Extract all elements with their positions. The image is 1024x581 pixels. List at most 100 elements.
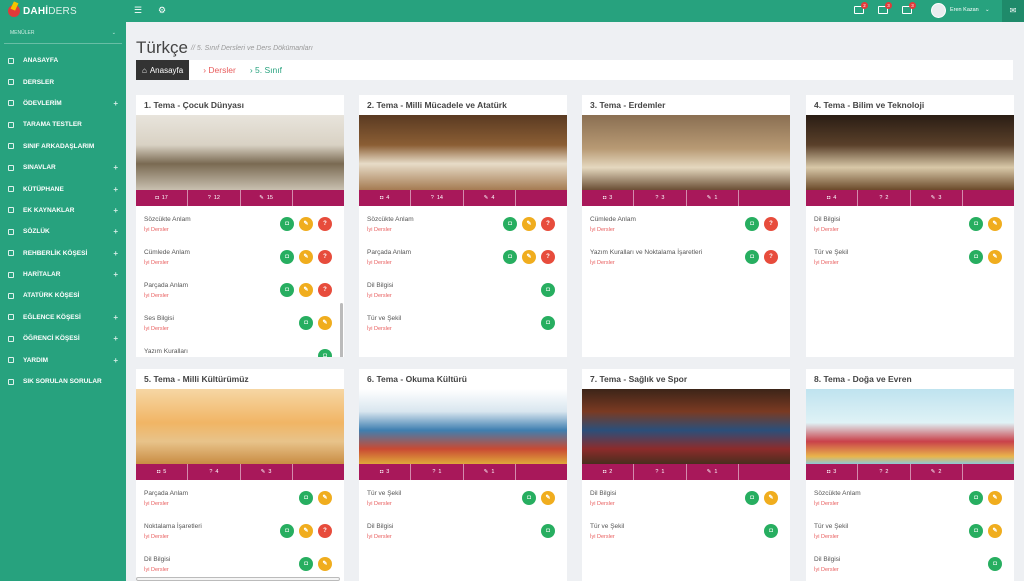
avatar[interactable] xyxy=(931,3,946,18)
camera-button[interactable]: ◘ xyxy=(280,283,294,297)
sidebar-item[interactable]: ANASAYFA xyxy=(0,50,126,71)
question-button[interactable]: ? xyxy=(764,250,778,264)
question-button[interactable]: ? xyxy=(541,250,555,264)
logo[interactable]: DAHİ DERS xyxy=(0,0,126,22)
camera-button[interactable]: ◘ xyxy=(318,349,332,357)
camera-button[interactable]: ◘ xyxy=(280,524,294,538)
card-title[interactable]: 7. Tema - Sağlık ve Spor xyxy=(582,369,790,389)
card-title[interactable]: 8. Tema - Doğa ve Evren xyxy=(806,369,1014,389)
camera-button[interactable]: ◘ xyxy=(969,250,983,264)
message-icon[interactable]: 3 xyxy=(878,2,892,14)
menu-header[interactable]: MENÜLER ⌄ xyxy=(4,22,122,44)
card-title[interactable]: 2. Tema - Milli Mücadele ve Atatürk xyxy=(359,95,567,115)
camera-button[interactable]: ◘ xyxy=(280,217,294,231)
edit-button[interactable]: ✎ xyxy=(988,491,1002,505)
breadcrumb-home[interactable]: ⌂ Anasayfa xyxy=(136,60,190,80)
sidebar-item[interactable]: EK KAYNAKLAR + xyxy=(0,200,126,221)
card-scrollbar[interactable] xyxy=(340,303,343,357)
edit-button[interactable]: ✎ xyxy=(318,557,332,571)
task-icon[interactable]: 3 xyxy=(902,2,916,14)
lesson-title[interactable]: Dil Bilgisi xyxy=(367,523,559,530)
logo-icon xyxy=(8,5,20,17)
sidebar-item[interactable]: SINAVLAR + xyxy=(0,157,126,178)
chevron-down-icon[interactable]: ⌄ xyxy=(985,7,990,13)
camera-button[interactable]: ◘ xyxy=(745,217,759,231)
camera-button[interactable]: ◘ xyxy=(299,316,313,330)
camera-button[interactable]: ◘ xyxy=(764,524,778,538)
edit-button[interactable]: ✎ xyxy=(318,491,332,505)
camera-button[interactable]: ◘ xyxy=(969,491,983,505)
sidebar-item[interactable]: KÜTÜPHANE + xyxy=(0,178,126,199)
user-name[interactable]: Eren Kazan xyxy=(950,7,979,13)
question-button[interactable]: ? xyxy=(318,217,332,231)
lesson-title[interactable]: Yazım Kuralları xyxy=(144,348,336,355)
sidebar-item[interactable]: ÖDEVLERİM + xyxy=(0,93,126,114)
edit-button[interactable]: ✎ xyxy=(988,250,1002,264)
edit-button[interactable]: ✎ xyxy=(318,316,332,330)
camera-button[interactable]: ◘ xyxy=(541,316,555,330)
camera-button[interactable]: ◘ xyxy=(969,524,983,538)
lesson-title[interactable]: Dil Bilgisi xyxy=(367,282,559,289)
sidebar-item[interactable]: SINIF ARKADAŞLARIM xyxy=(0,136,126,157)
chat-icon[interactable]: ✉ xyxy=(1002,0,1024,22)
question-button[interactable]: ? xyxy=(318,524,332,538)
lesson-title[interactable]: Dil Bilgisi xyxy=(814,556,1006,563)
edit-button[interactable]: ✎ xyxy=(988,217,1002,231)
edit-button[interactable]: ✎ xyxy=(299,250,313,264)
card-title[interactable]: 1. Tema - Çocuk Dünyası xyxy=(136,95,344,115)
card-title[interactable]: 5. Tema - Milli Kültürümüz xyxy=(136,369,344,389)
camera-button[interactable]: ◘ xyxy=(503,250,517,264)
breadcrumb-current[interactable]: › 5. Sınıf xyxy=(250,65,282,75)
camera-button[interactable]: ◘ xyxy=(299,491,313,505)
breadcrumb-dersler[interactable]: › Dersler xyxy=(203,65,236,75)
lesson-actions: ◘ ✎? xyxy=(498,250,555,264)
camera-button[interactable]: ◘ xyxy=(299,557,313,571)
document-icon xyxy=(8,271,14,278)
sidebar-item[interactable]: DERSLER xyxy=(0,71,126,92)
question-button[interactable]: ? xyxy=(318,283,332,297)
camera-button[interactable]: ◘ xyxy=(969,217,983,231)
sidebar-item[interactable]: HARİTALAR + xyxy=(0,264,126,285)
camera-button[interactable]: ◘ xyxy=(745,250,759,264)
lesson-title[interactable]: Tür ve Şekil xyxy=(590,523,782,530)
card-title[interactable]: 3. Tema - Erdemler xyxy=(582,95,790,115)
menu-toggle-icon[interactable]: ☰ xyxy=(134,5,142,16)
gear-icon[interactable]: ⚙ xyxy=(158,5,166,16)
question-button[interactable]: ? xyxy=(318,250,332,264)
sidebar-item[interactable]: SÖZLÜK + xyxy=(0,221,126,242)
lesson-actions: ◘? xyxy=(740,250,778,264)
edit-button[interactable]: ✎ xyxy=(299,524,313,538)
sidebar-item[interactable]: TARAMA TESTLER xyxy=(0,114,126,135)
card-title[interactable]: 6. Tema - Okuma Kültürü xyxy=(359,369,567,389)
edit-button[interactable]: ✎ xyxy=(764,491,778,505)
lesson-row: Tür ve Şekil İyi Dersler ◘ xyxy=(359,305,567,338)
sidebar-item[interactable]: ÖĞRENCİ KÖŞESİ + xyxy=(0,328,126,349)
lesson-row: Noktalama İşaretleri İyi Dersler ◘ ✎? xyxy=(136,513,344,546)
horizontal-scrollbar[interactable] xyxy=(136,577,340,581)
lesson-title[interactable]: Tür ve Şekil xyxy=(367,315,559,322)
camera-button[interactable]: ◘ xyxy=(541,283,555,297)
edit-button[interactable]: ✎ xyxy=(988,524,1002,538)
sidebar-item[interactable]: ATATÜRK KÖŞESİ xyxy=(0,285,126,306)
question-button[interactable]: ? xyxy=(764,217,778,231)
sidebar-item[interactable]: SIK SORULAN SORULAR xyxy=(0,371,126,392)
card-title[interactable]: 4. Tema - Bilim ve Teknoloji xyxy=(806,95,1014,115)
camera-button[interactable]: ◘ xyxy=(503,217,517,231)
question-button[interactable]: ? xyxy=(541,217,555,231)
notification-icon[interactable]: 2 xyxy=(854,2,868,14)
edit-button[interactable]: ✎ xyxy=(522,250,536,264)
edit-button[interactable]: ✎ xyxy=(522,217,536,231)
sidebar-item[interactable]: REHBERLİK KÖŞESİ + xyxy=(0,243,126,264)
camera-button[interactable]: ◘ xyxy=(280,250,294,264)
edit-button[interactable]: ✎ xyxy=(299,217,313,231)
camera-button[interactable]: ◘ xyxy=(745,491,759,505)
camera-button[interactable]: ◘ xyxy=(541,524,555,538)
camera-button[interactable]: ◘ xyxy=(988,557,1002,571)
sidebar-item[interactable]: YARDIM + xyxy=(0,349,126,370)
stat-empty xyxy=(739,190,790,206)
edit-button[interactable]: ✎ xyxy=(299,283,313,297)
sidebar-item[interactable]: EĞLENCE KÖŞESİ + xyxy=(0,307,126,328)
lesson-actions: ◘ ✎? xyxy=(498,217,555,231)
camera-button[interactable]: ◘ xyxy=(522,491,536,505)
edit-button[interactable]: ✎ xyxy=(541,491,555,505)
